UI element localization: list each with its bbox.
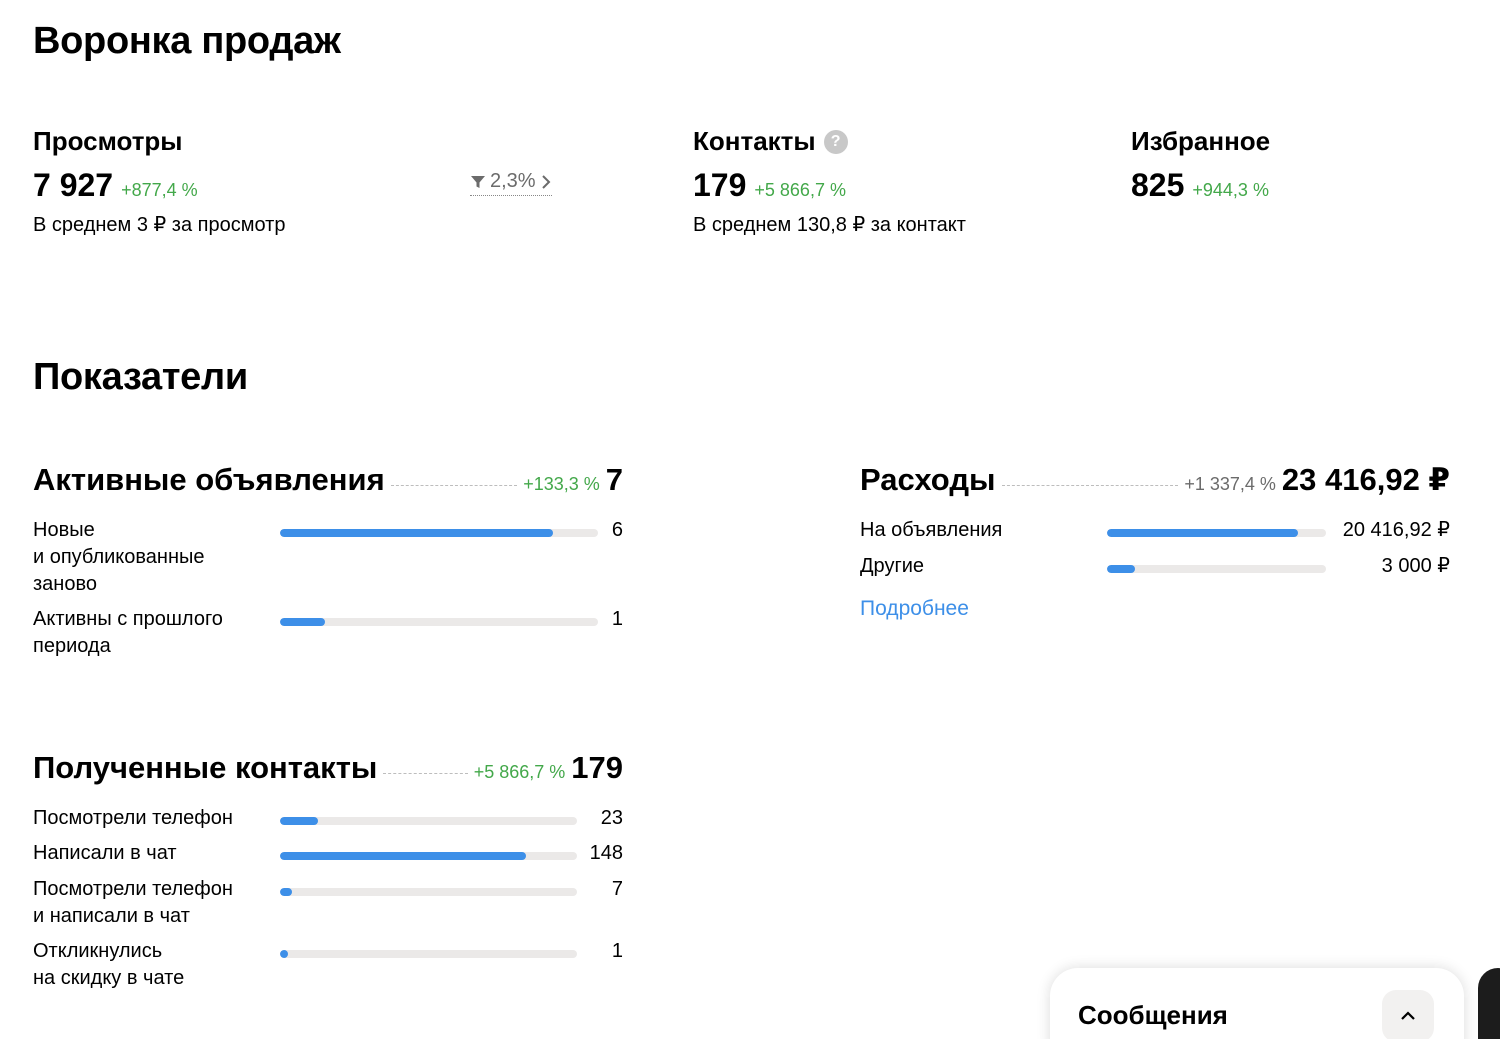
row-label: Откликнулись на скидку в чате <box>33 940 185 989</box>
funnel-title: Воронка продаж <box>33 20 341 62</box>
contacts-delta: +5 866,7 % <box>754 180 846 200</box>
active-ads-delta: +133,3 % <box>523 474 600 494</box>
views-value: 7 927 <box>33 167 114 203</box>
progress-bar <box>280 852 577 860</box>
conversion-value: 2,3% <box>490 170 536 192</box>
chevron-right-icon <box>541 174 551 189</box>
expenses-total: 23 416,92 ₽ <box>1281 462 1450 497</box>
side-panel-tab[interactable] <box>1478 968 1500 1039</box>
chevron-up-icon <box>1401 1011 1415 1020</box>
row-value: 23 <box>600 807 623 829</box>
expenses-row-other: Другие 3 000 ₽ <box>860 553 1450 580</box>
active-ads-section: Активные объявления +133,3 % 7 <box>33 462 623 498</box>
more-link[interactable]: Подробнее <box>860 597 969 621</box>
row-value: 1 <box>611 608 623 630</box>
row-value: 148 <box>589 842 623 864</box>
active-ads-row-previous: Активны с прошлого периода 1 <box>33 606 623 660</box>
views-label: Просмотры <box>33 126 183 156</box>
help-icon[interactable]: ? <box>823 129 848 154</box>
contacts-received-delta: +5 866,7 % <box>473 762 566 782</box>
contacts-received-section: Полученные контакты +5 866,7 % 179 <box>33 750 623 786</box>
expenses-delta: +1 337,4 % <box>1184 474 1276 494</box>
active-ads-row-new: Новые и опубликованные заново 6 <box>33 517 623 598</box>
row-value: 6 <box>611 519 623 541</box>
contacts-row-phone: Посмотрели телефон 23 <box>33 805 623 832</box>
contacts-received-title: Полученные контакты <box>33 750 378 785</box>
metrics-title: Показатели <box>33 356 248 398</box>
contacts-row-phone-and-chat: Посмотрели телефон и написали в чат 7 <box>33 876 623 930</box>
contacts-received-total: 179 <box>571 750 623 785</box>
favorites-card: Избранное 825 +944,3 % <box>1131 126 1270 204</box>
progress-bar <box>1107 565 1326 573</box>
row-value: 20 416,92 ₽ <box>1342 519 1450 541</box>
progress-bar <box>280 529 598 537</box>
filter-icon <box>471 175 485 188</box>
messages-widget[interactable]: Сообщения <box>1050 968 1464 1039</box>
favorites-value: 825 <box>1131 167 1185 203</box>
progress-bar <box>280 817 577 825</box>
row-value: 3 000 ₽ <box>1381 555 1450 577</box>
row-label: Посмотрели телефон <box>33 807 233 829</box>
row-label: Другие <box>860 555 925 577</box>
contacts-value: 179 <box>693 167 747 203</box>
views-card: Просмотры 7 927 +877,4 % В среднем 3 ₽ з… <box>33 126 285 237</box>
messages-expand-button[interactable] <box>1382 990 1434 1039</box>
contacts-card: Контакты ? 179 +5 866,7 % В среднем 130,… <box>693 126 966 237</box>
progress-bar <box>280 618 598 626</box>
row-label: Посмотрели телефон и написали в чат <box>33 878 233 927</box>
favorites-delta: +944,3 % <box>1192 180 1269 200</box>
conversion-link[interactable]: 2,3% <box>470 170 552 196</box>
active-ads-total: 7 <box>605 462 623 497</box>
contacts-sub: В среднем 130,8 ₽ за контакт <box>693 214 966 236</box>
row-label: Новые и опубликованные заново <box>33 519 205 595</box>
progress-bar <box>280 888 577 896</box>
messages-title: Сообщения <box>1078 1000 1228 1030</box>
row-label: На объявления <box>860 519 1003 541</box>
views-delta: +877,4 % <box>121 180 198 200</box>
progress-bar <box>280 950 577 958</box>
row-label: Написали в чат <box>33 842 177 864</box>
contacts-row-discount: Откликнулись на скидку в чате 1 <box>33 938 623 992</box>
favorites-label: Избранное <box>1131 126 1271 156</box>
expenses-row-ads: На объявления 20 416,92 ₽ <box>860 517 1450 544</box>
contacts-label: Контакты <box>693 126 816 156</box>
row-value: 1 <box>611 940 623 962</box>
active-ads-title: Активные объявления <box>33 462 385 497</box>
views-sub: В среднем 3 ₽ за просмотр <box>33 214 286 236</box>
row-label: Активны с прошлого периода <box>33 608 223 657</box>
expenses-title: Расходы <box>860 462 996 497</box>
contacts-row-chat: Написали в чат 148 <box>33 840 623 867</box>
expenses-section: Расходы +1 337,4 % 23 416,92 ₽ <box>860 462 1450 498</box>
progress-bar <box>1107 529 1326 537</box>
row-value: 7 <box>611 878 623 900</box>
